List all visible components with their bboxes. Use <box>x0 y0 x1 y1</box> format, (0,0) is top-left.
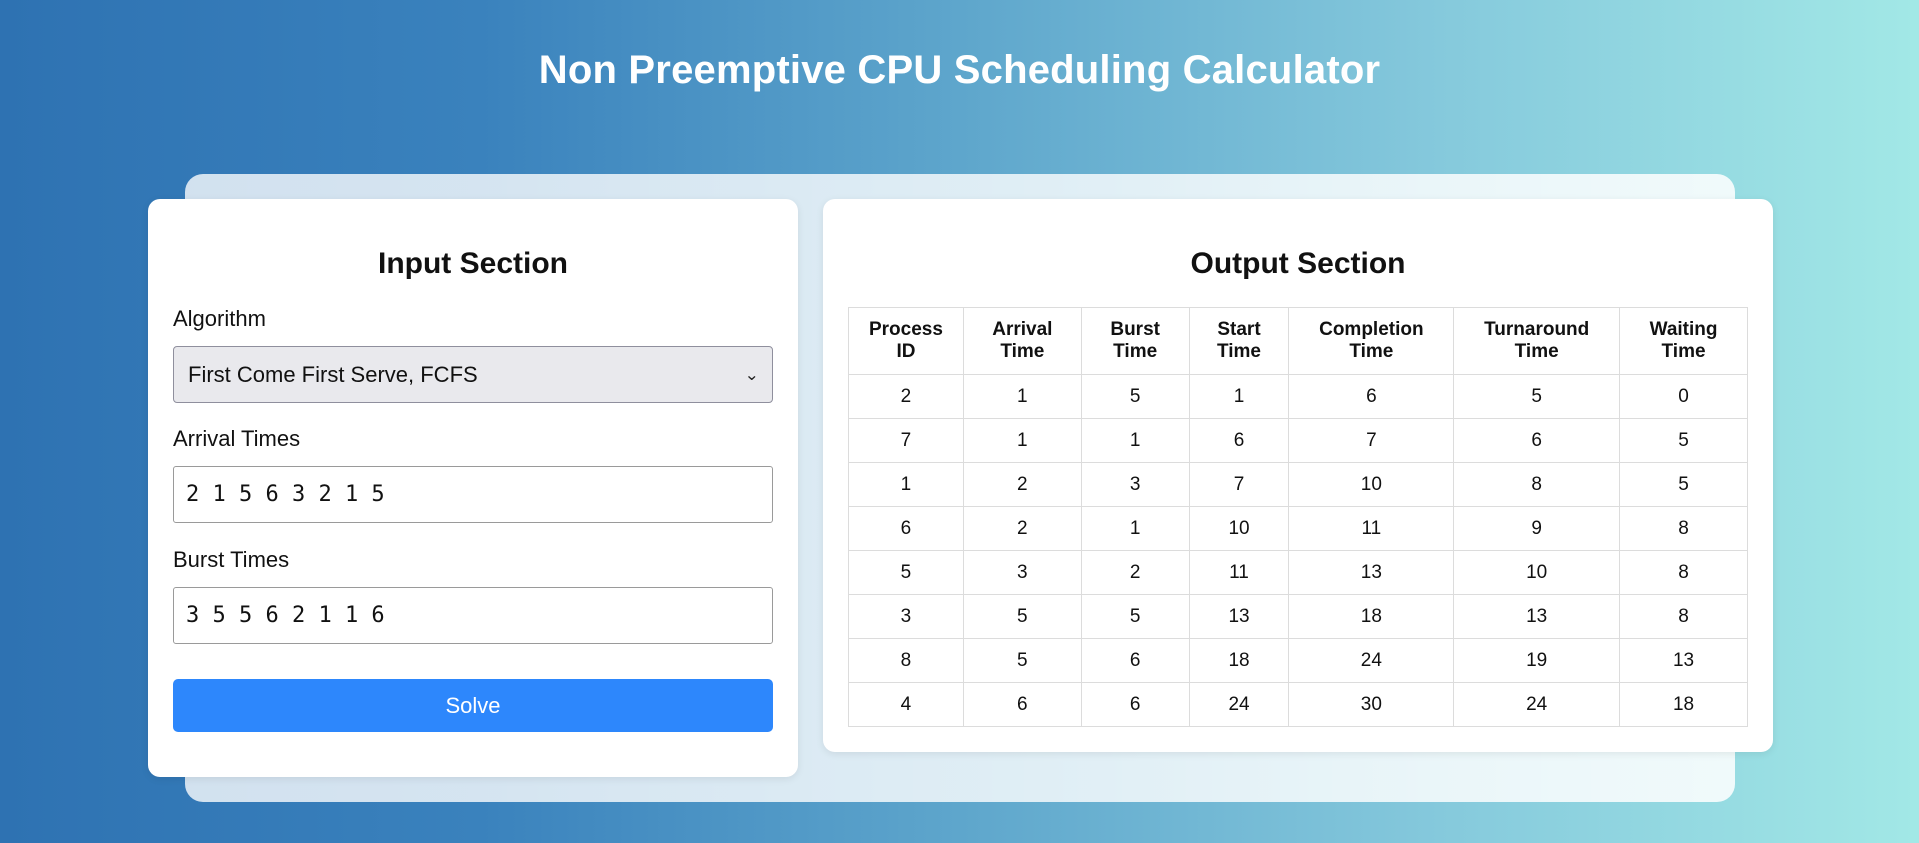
table-cell: 6 <box>1453 418 1621 463</box>
table-cell: 10 <box>1288 462 1455 507</box>
input-section: Input Section Algorithm First Come First… <box>148 199 798 777</box>
results-table: Process ID Arrival Time Burst Time Start Tim… <box>848 307 1748 727</box>
table-cell: 1 <box>1080 418 1190 463</box>
table-cell: 5 <box>1080 374 1190 419</box>
table-cell: 11 <box>1188 550 1290 595</box>
column-header: Burst Time <box>1080 307 1190 375</box>
burst-times-input[interactable] <box>173 587 773 644</box>
arrival-times-label: Arrival Times <box>173 426 301 451</box>
table-cell: 19 <box>1453 638 1621 683</box>
output-section-title: Output Section <box>1190 247 1406 280</box>
table-cell: 8 <box>1619 550 1748 595</box>
table-cell: 13 <box>1453 594 1621 639</box>
table-cell: 2 <box>962 506 1082 551</box>
table-row: 8 5 6 18 24 19 13 <box>848 638 1748 683</box>
burst-times-label: Burst Times <box>173 547 290 572</box>
chevron-down-icon: ⌄ <box>743 366 759 384</box>
results-body: 2 1 5 1 6 5 0 7 1 1 6 7 6 5 1 2 3 7 10 8 5 6 2 1 10 11 9 8 5 3 2 11 13 10… <box>848 374 1748 727</box>
table-cell: 2 <box>962 462 1082 507</box>
solve-button[interactable]: Solve <box>173 679 773 732</box>
page-title: Non Preemptive CPU Scheduling Calculator <box>538 48 1381 92</box>
table-cell: 8 <box>848 638 964 683</box>
table-cell: 6 <box>1080 638 1190 683</box>
algorithm-selected-value: First Come First Serve, FCFS <box>188 361 478 387</box>
algorithm-label: Algorithm <box>173 306 266 331</box>
column-header: Turnaround Time <box>1453 307 1621 375</box>
table-cell: 30 <box>1288 682 1455 727</box>
table-cell: 10 <box>1453 550 1621 595</box>
table-row: 3 5 5 13 18 13 8 <box>848 594 1748 639</box>
column-header: Start Time <box>1188 307 1290 375</box>
table-cell: 5 <box>1080 594 1190 639</box>
table-cell: 8 <box>1619 594 1748 639</box>
table-cell: 24 <box>1453 682 1621 727</box>
table-cell: 9 <box>1453 506 1621 551</box>
table-cell: 1 <box>848 462 964 507</box>
table-cell: 7 <box>848 418 964 463</box>
table-cell: 6 <box>848 506 964 551</box>
table-cell: 18 <box>1288 594 1455 639</box>
table-cell: 10 <box>1188 506 1290 551</box>
table-cell: 6 <box>1080 682 1190 727</box>
table-cell: 5 <box>1619 418 1748 463</box>
table-cell: 24 <box>1288 638 1455 683</box>
table-cell: 8 <box>1453 462 1621 507</box>
table-cell: 7 <box>1188 462 1290 507</box>
table-row: 4 6 6 24 30 24 18 <box>848 682 1748 727</box>
table-cell: 13 <box>1188 594 1290 639</box>
table-cell: 3 <box>962 550 1082 595</box>
table-cell: 1 <box>1080 506 1190 551</box>
table-row: 7116765 <box>848 418 1748 463</box>
table-cell: 4 <box>848 682 964 727</box>
column-header: Process ID <box>848 307 964 375</box>
table-cell: 5 <box>962 638 1082 683</box>
table-cell: 2 <box>848 374 964 419</box>
table-cell: 8 <box>1619 506 1748 551</box>
table-cell: 7 <box>1288 418 1455 463</box>
table-cell: 5 <box>962 594 1082 639</box>
column-header: Arrival Time <box>962 307 1082 375</box>
input-section-title: Input Section <box>378 247 568 280</box>
table-cell: 6 <box>962 682 1082 727</box>
table-cell: 3 <box>1080 462 1190 507</box>
table-row: 2151650 <box>848 374 1748 419</box>
table-row: 5 3 2 11 13 10 8 <box>848 550 1748 595</box>
table-cell: 11 <box>1288 506 1455 551</box>
table-cell: 13 <box>1288 550 1455 595</box>
table-cell: 5 <box>1619 462 1748 507</box>
column-header: Waiting Time <box>1619 307 1748 375</box>
table-cell: 24 <box>1188 682 1290 727</box>
table-row: 6 2 1 10 11 9 8 <box>848 506 1748 551</box>
table-cell: 0 <box>1619 374 1748 419</box>
column-header: Completion Time <box>1288 307 1455 375</box>
table-cell: 18 <box>1619 682 1748 727</box>
table-cell: 1 <box>962 418 1082 463</box>
table-cell: 13 <box>1619 638 1748 683</box>
table-cell: 18 <box>1188 638 1290 683</box>
table-cell: 5 <box>1453 374 1621 419</box>
table-cell: 2 <box>1080 550 1190 595</box>
output-section: Output Section Process ID Arrival Time Bur… <box>823 199 1773 752</box>
table-cell: 6 <box>1188 418 1290 463</box>
table-cell: 3 <box>848 594 964 639</box>
table-header-row: Process ID Arrival Time Burst Time Start Tim… <box>848 307 1748 375</box>
algorithm-select[interactable]: First Come First Serve, FCFS ⌄ <box>173 346 773 403</box>
table-cell: 1 <box>1188 374 1290 419</box>
table-cell: 5 <box>848 550 964 595</box>
table-cell: 1 <box>962 374 1082 419</box>
arrival-times-input[interactable] <box>173 466 773 523</box>
table-row: 1 2 3 7 10 8 5 <box>848 462 1748 507</box>
table-cell: 6 <box>1288 374 1455 419</box>
